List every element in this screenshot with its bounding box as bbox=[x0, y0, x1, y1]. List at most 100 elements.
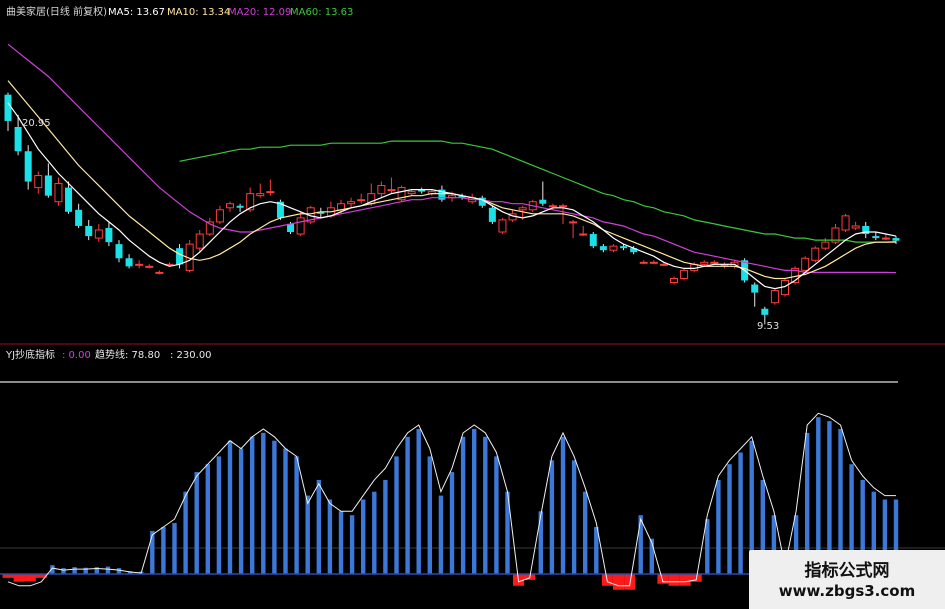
indicator-bar bbox=[150, 530, 155, 574]
candle bbox=[377, 185, 386, 195]
candle bbox=[639, 261, 648, 264]
indicator-bar bbox=[494, 456, 499, 574]
candle bbox=[54, 183, 63, 203]
candle bbox=[881, 237, 890, 240]
indicator-bar bbox=[394, 456, 399, 574]
indicator-bar bbox=[438, 495, 444, 574]
indicator-bar bbox=[594, 526, 599, 574]
chart-canvas: 曲美家居(日线 前复权) MA5: 13.67 MA10: 13.34 MA20… bbox=[0, 5, 945, 590]
candle bbox=[85, 225, 93, 237]
ma5-label: MA5: 13.67 bbox=[108, 7, 165, 18]
candle bbox=[700, 261, 709, 265]
indicator-bar bbox=[449, 472, 455, 574]
occluding-box bbox=[288, 278, 658, 332]
candle bbox=[115, 244, 123, 259]
candle bbox=[176, 248, 184, 265]
candle bbox=[599, 246, 607, 251]
candle bbox=[539, 199, 547, 204]
watermark-title: 指标公式网 bbox=[804, 561, 890, 581]
candle bbox=[851, 225, 860, 229]
candle bbox=[357, 199, 366, 202]
ma10-line bbox=[7, 80, 896, 280]
candle bbox=[195, 233, 204, 249]
low-price-label: 9.53 bbox=[757, 321, 779, 332]
ma20-label: MA20: 12.09 bbox=[228, 7, 291, 18]
indicator-bar bbox=[727, 464, 732, 574]
indicator-bar bbox=[72, 567, 77, 574]
indicator-bar bbox=[472, 428, 477, 574]
indicator-bar bbox=[305, 495, 310, 574]
candle bbox=[579, 233, 588, 236]
indicator-bar bbox=[405, 436, 410, 574]
candle bbox=[14, 127, 22, 152]
ma10-label: MA10: 13.34 bbox=[167, 7, 230, 18]
indicator-bar bbox=[316, 479, 321, 574]
indicator-bar bbox=[216, 456, 222, 574]
indicator-bar bbox=[416, 428, 421, 574]
indicator-bar bbox=[483, 436, 488, 574]
stock-title: 曲美家居(日线 前复权) bbox=[6, 5, 107, 18]
indicator-bar bbox=[383, 479, 388, 574]
candle bbox=[811, 247, 820, 261]
candle bbox=[125, 258, 133, 267]
candle bbox=[569, 221, 578, 224]
candle bbox=[347, 201, 356, 205]
ma60-line bbox=[179, 140, 897, 243]
level-label: : 230.00 bbox=[170, 350, 212, 361]
candle bbox=[518, 207, 527, 211]
indicator-bar bbox=[116, 568, 122, 574]
indicator-bar bbox=[294, 456, 299, 574]
indicator-bar bbox=[705, 519, 710, 574]
candle bbox=[609, 245, 618, 251]
indicator-bar bbox=[272, 440, 277, 574]
candle bbox=[872, 236, 880, 239]
moving-averages bbox=[7, 43, 897, 332]
indicator-bar bbox=[361, 499, 366, 574]
candle bbox=[24, 151, 32, 182]
indicator-bar bbox=[250, 436, 255, 574]
indicator-bar bbox=[205, 464, 210, 574]
candle bbox=[135, 263, 144, 266]
indicator-value: : 0.00 bbox=[62, 350, 91, 361]
indicator-bar bbox=[372, 491, 377, 574]
indicator-bar bbox=[571, 460, 577, 574]
indicator-bar bbox=[549, 460, 555, 574]
ma60-label: MA60: 13.63 bbox=[290, 7, 353, 18]
indicator-bar bbox=[194, 472, 199, 574]
indicator-bar bbox=[105, 566, 111, 574]
indicator-bar bbox=[261, 432, 266, 574]
indicator-bar bbox=[583, 491, 588, 574]
indicator-bar bbox=[349, 515, 355, 574]
candle bbox=[105, 227, 113, 243]
candle bbox=[4, 94, 12, 121]
candle bbox=[589, 234, 597, 247]
candle bbox=[761, 308, 769, 315]
indicator-bar bbox=[161, 526, 166, 574]
indicator-bar bbox=[716, 479, 721, 574]
indicator-name: YJ抄底指标 bbox=[5, 348, 55, 361]
watermark: 指标公式网 www.zbgs3.com bbox=[749, 550, 945, 609]
trend-label: 趋势线: 78.80 bbox=[95, 348, 160, 361]
candle bbox=[680, 269, 689, 279]
candle bbox=[649, 261, 658, 264]
candle bbox=[75, 209, 83, 226]
candle bbox=[226, 203, 234, 209]
candle bbox=[256, 193, 265, 197]
negative-area bbox=[2, 574, 702, 590]
candle bbox=[488, 207, 496, 222]
candle bbox=[548, 205, 557, 208]
candle bbox=[659, 263, 668, 266]
indicator-bar bbox=[183, 491, 188, 574]
candle bbox=[65, 187, 73, 212]
high-price-label: 20.95 bbox=[22, 118, 51, 129]
candle bbox=[710, 261, 719, 264]
candle bbox=[236, 205, 244, 208]
candle bbox=[44, 175, 52, 196]
indicator-bar bbox=[338, 511, 344, 574]
indicator-bar bbox=[327, 499, 333, 574]
candle bbox=[841, 215, 850, 231]
candle bbox=[215, 209, 224, 223]
indicator-bar bbox=[227, 440, 233, 574]
candle bbox=[296, 217, 305, 235]
candle bbox=[770, 290, 779, 304]
